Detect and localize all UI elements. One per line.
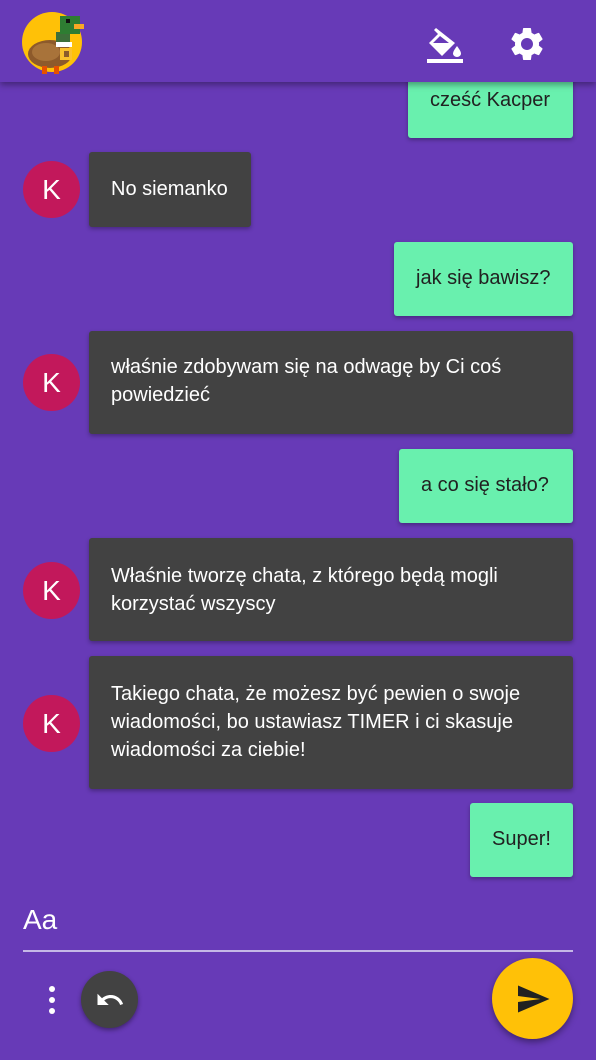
their-message-bubble: Właśnie tworzę chata, z którego będą mog… <box>89 538 573 641</box>
message-text: właśnie zdobywam się na odwagę by Ci coś… <box>111 356 502 406</box>
message-text: No siemanko <box>111 178 228 200</box>
my-message-bubble: cześć Kacper <box>408 82 573 138</box>
message-list[interactable]: cześć Kacper K No siemanko jak się bawis… <box>0 82 596 892</box>
avatar-initial: K <box>42 173 61 205</box>
my-message-bubble: jak się bawisz? <box>394 242 573 316</box>
their-message-bubble: Takiego chata, że możesz być pewien o sw… <box>89 656 573 789</box>
their-message-bubble: No siemanko <box>89 152 251 227</box>
message-text: cześć Kacper <box>430 89 551 111</box>
message-text: a co się stało? <box>421 474 549 496</box>
message-text: Takiego chata, że możesz być pewien o sw… <box>111 683 521 761</box>
duck-logo-icon <box>22 12 84 74</box>
my-message-bubble: Super! <box>470 803 573 877</box>
avatar-initial: K <box>42 707 61 739</box>
avatar[interactable]: K <box>23 354 80 411</box>
avatar-initial: K <box>42 366 61 398</box>
app-bar <box>0 0 596 82</box>
paint-bucket-icon[interactable] <box>424 24 464 64</box>
message-input[interactable] <box>23 895 573 945</box>
message-text: Właśnie tworzę chata, z którego będą mog… <box>111 565 498 615</box>
send-button[interactable] <box>492 958 573 1039</box>
message-text: Super! <box>492 828 551 850</box>
my-message-bubble: a co się stało? <box>399 449 573 523</box>
gear-icon[interactable] <box>507 24 547 64</box>
avatar[interactable]: K <box>23 161 80 218</box>
undo-button[interactable] <box>81 971 138 1028</box>
their-message-bubble: właśnie zdobywam się na odwagę by Ci coś… <box>89 331 573 434</box>
avatar-initial: K <box>42 574 61 606</box>
send-icon <box>517 985 549 1012</box>
undo-icon <box>97 993 123 1005</box>
message-input-container <box>23 895 573 952</box>
message-text: jak się bawisz? <box>416 267 551 289</box>
more-vert-icon[interactable] <box>38 982 66 1018</box>
avatar[interactable]: K <box>23 695 80 752</box>
avatar[interactable]: K <box>23 562 80 619</box>
